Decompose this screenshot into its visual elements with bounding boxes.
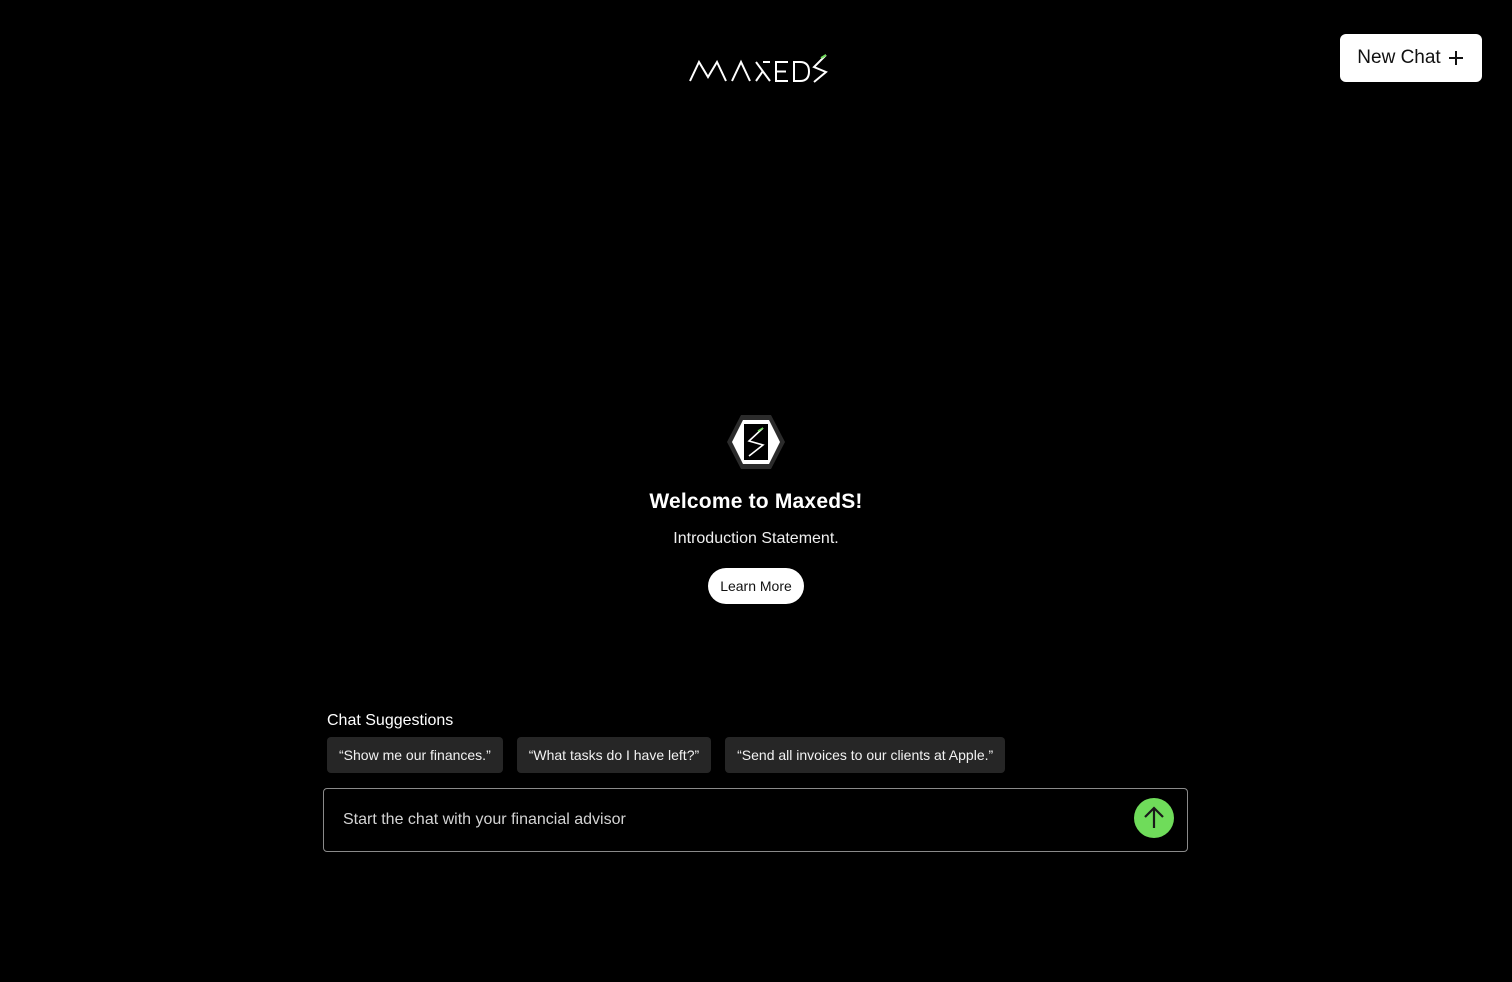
chat-suggestions: Chat Suggestions “Show me our finances.”… [327, 710, 1187, 773]
arrow-up-icon [1134, 797, 1174, 843]
app-page: New Chat Welcome to MaxedS! Introduction… [0, 0, 1512, 982]
chat-input-box [323, 788, 1188, 852]
welcome-section: Welcome to MaxedS! Introduction Statemen… [0, 414, 1512, 604]
chat-input[interactable] [324, 789, 1134, 851]
suggestion-chip[interactable]: “Send all invoices to our clients at App… [725, 737, 1006, 773]
suggestion-chip[interactable]: “What tasks do I have left?” [516, 737, 712, 773]
welcome-subtitle: Introduction Statement. [673, 530, 839, 547]
suggestion-chips: “Show me our finances.” “What tasks do I… [327, 737, 1187, 773]
send-button[interactable] [1134, 797, 1174, 843]
learn-more-button[interactable]: Learn More [708, 568, 804, 604]
plus-icon [1447, 49, 1465, 67]
suggestions-title: Chat Suggestions [327, 712, 454, 729]
welcome-title: Welcome to MaxedS! [649, 490, 863, 513]
new-chat-label: New Chat [1357, 47, 1441, 68]
maxeds-wordmark-icon [688, 52, 830, 86]
suggestion-chip[interactable]: “Show me our finances.” [327, 737, 503, 773]
maxeds-hexagon-badge-icon [726, 414, 786, 470]
new-chat-button[interactable]: New Chat [1340, 34, 1482, 82]
